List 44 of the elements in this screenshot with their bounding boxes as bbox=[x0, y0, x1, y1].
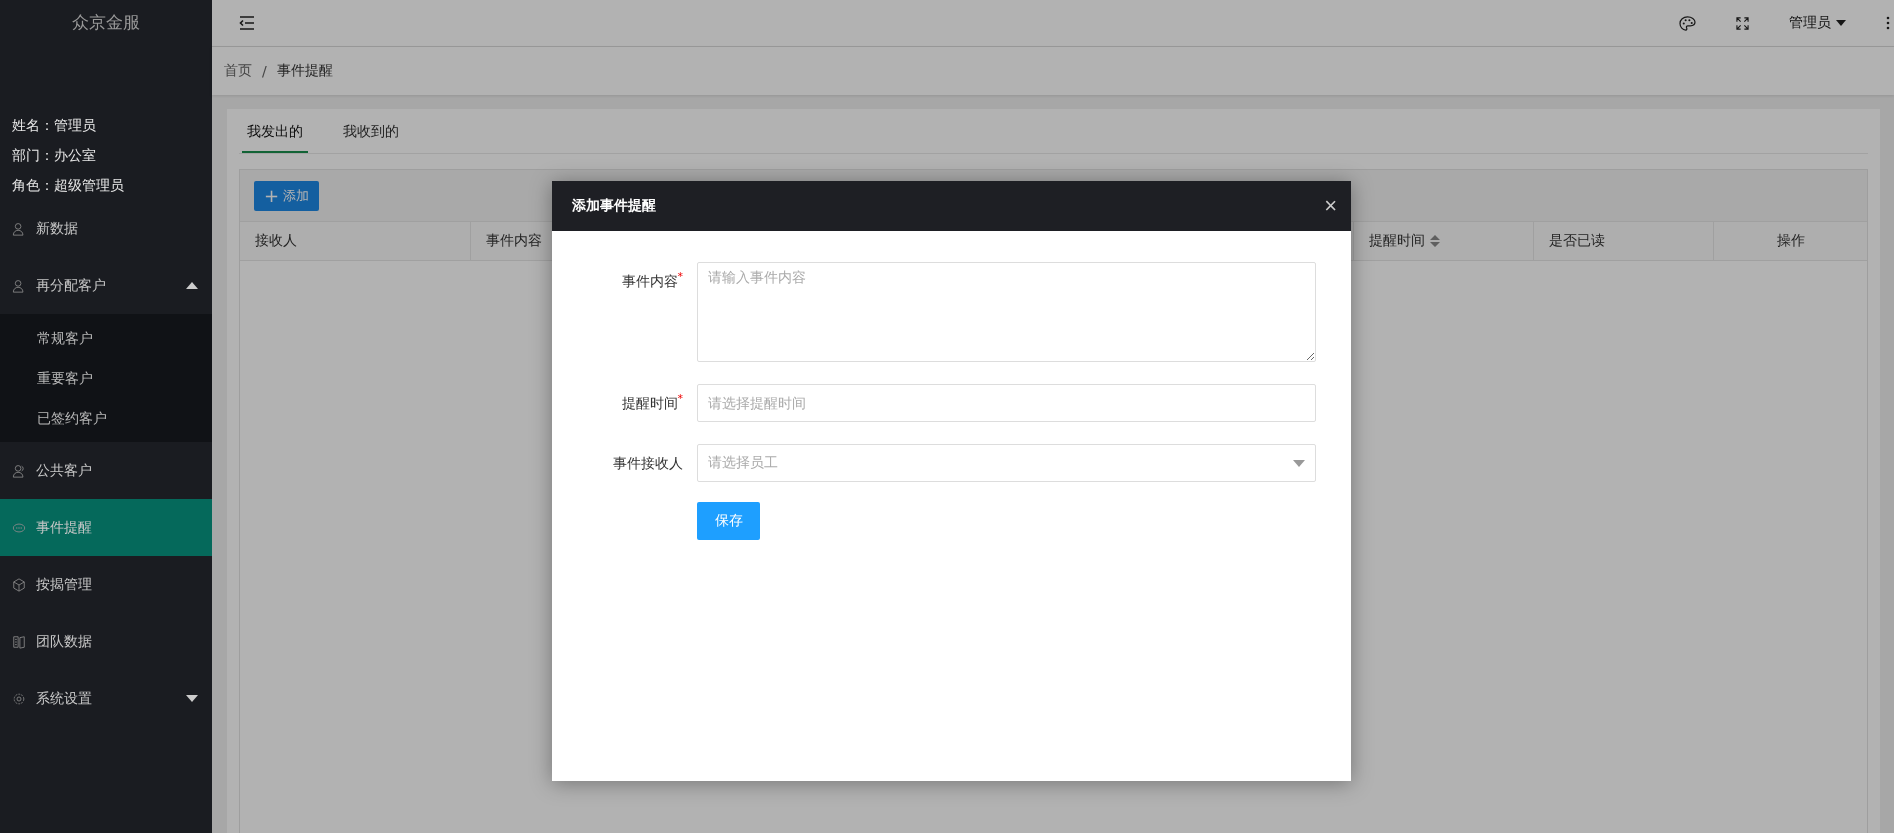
fullscreen-icon[interactable] bbox=[1736, 16, 1749, 30]
close-button[interactable]: × bbox=[1324, 195, 1337, 217]
settings-icon bbox=[12, 691, 26, 706]
book-icon bbox=[12, 634, 26, 649]
sidebar-item[interactable]: 再分配客户 bbox=[0, 257, 212, 314]
palette-icon[interactable] bbox=[1679, 15, 1696, 31]
submenu-item[interactable]: 重要客户 bbox=[0, 358, 212, 398]
user-info-text: 部门：办公室 bbox=[12, 146, 97, 164]
menu-fold-icon[interactable] bbox=[239, 16, 255, 30]
user-icon bbox=[12, 221, 26, 236]
sidebar-item[interactable]: 新数据 bbox=[0, 200, 212, 257]
submenu-item[interactable]: 常规客户 bbox=[0, 318, 212, 358]
chat-icon bbox=[12, 520, 26, 535]
input-field[interactable]: 请选择提醒时间 bbox=[697, 384, 1316, 422]
sidebar-item[interactable]: 团队数据 bbox=[0, 613, 212, 670]
sidebar-item[interactable]: 公共客户 bbox=[0, 442, 212, 499]
caret-icon bbox=[1293, 459, 1305, 467]
tab[interactable]: 我收到的 bbox=[338, 109, 404, 153]
user-info-text: 姓名：管理员 bbox=[12, 116, 97, 134]
cube-icon bbox=[12, 577, 26, 592]
user-icon bbox=[12, 278, 26, 293]
sidebar-item[interactable]: 事件提醒 bbox=[0, 499, 212, 556]
submenu-item[interactable]: 已签约客户 bbox=[0, 398, 212, 438]
app-title: 众京金服 bbox=[71, 11, 141, 34]
breadcrumb-link[interactable]: 首页 bbox=[224, 62, 252, 80]
text-area[interactable]: 请输入事件内容 bbox=[697, 262, 1316, 362]
column-header: 操作 bbox=[1775, 231, 1806, 250]
user-menu-button[interactable]: 管理员 bbox=[1789, 14, 1846, 32]
field-label: 事件内容* bbox=[620, 269, 684, 291]
field-label: 事件接收人 bbox=[612, 454, 684, 473]
column-header: 接收人 bbox=[240, 222, 471, 260]
tab[interactable]: 我发出的 bbox=[242, 109, 308, 153]
field-label: 提醒时间* bbox=[620, 391, 684, 413]
column-header[interactable]: 提醒时间 bbox=[1354, 222, 1534, 260]
sidebar-item[interactable]: 系统设置 bbox=[0, 670, 212, 727]
more-icon[interactable] bbox=[1886, 16, 1890, 30]
user-icon bbox=[12, 463, 26, 478]
column-header: 是否已读 bbox=[1534, 222, 1714, 260]
breadcrumb-separator: / bbox=[262, 63, 267, 79]
dialog-title: 添加事件提醒 bbox=[572, 197, 656, 215]
user-info-text: 角色：超级管理员 bbox=[12, 176, 125, 194]
sort-icon[interactable] bbox=[1430, 234, 1440, 248]
sidebar-item[interactable]: 按揭管理 bbox=[0, 556, 212, 613]
caret-icon bbox=[1836, 20, 1846, 26]
